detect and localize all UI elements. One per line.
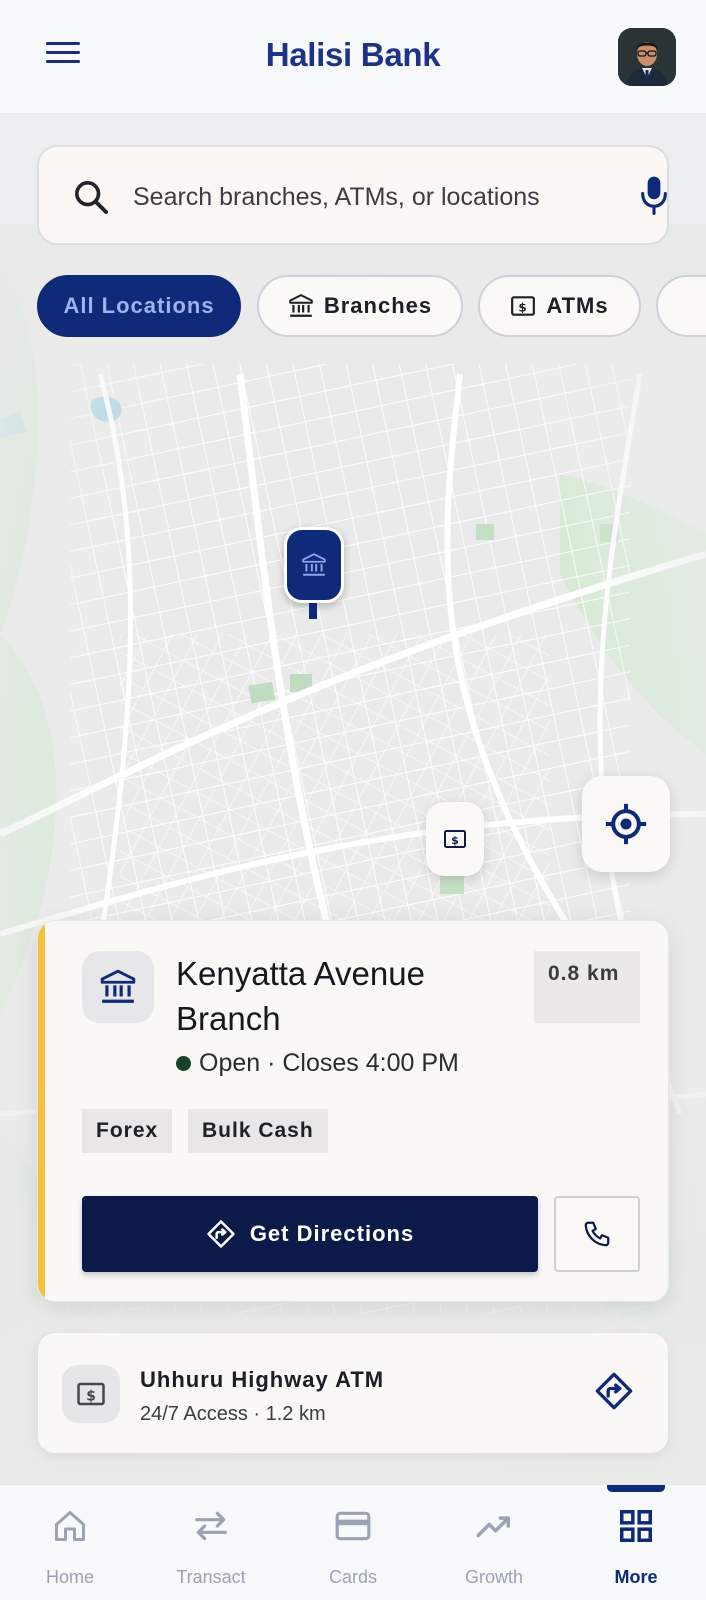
search-input[interactable] (133, 177, 613, 217)
atm-list-card[interactable]: $ Uhhuru Highway ATM 24/7 Access · 1.2 k… (37, 1332, 669, 1454)
filter-chip-atms[interactable]: $ ATMs (478, 275, 641, 337)
grid-icon (620, 1510, 652, 1542)
svg-text:$: $ (451, 834, 459, 847)
trend-icon (476, 1516, 510, 1538)
avatar[interactable] (618, 28, 676, 86)
directions-icon[interactable] (594, 1371, 634, 1411)
branch-icon-box (82, 951, 154, 1023)
bottom-navigation: Home Transact Cards Growth More (0, 1484, 706, 1600)
branch-detail-card[interactable]: Kenyatta Avenue Branch 0.8 km Open · Clo… (37, 920, 669, 1302)
home-icon (55, 1511, 85, 1541)
get-directions-label: Get Directions (249, 1221, 415, 1246)
service-tag-forex: Forex (82, 1109, 173, 1153)
nav-label: Growth (464, 1567, 524, 1587)
atm-name: Uhhuru Highway ATM (140, 1367, 385, 1392)
directions-icon (207, 1220, 235, 1248)
nav-tab-home[interactable]: Home (10, 1485, 130, 1600)
filter-chip-label: ATMs (546, 293, 609, 318)
atm-icon-box: $ (62, 1365, 120, 1423)
nav-label: More (614, 1567, 658, 1587)
nav-tab-growth[interactable]: Growth (434, 1485, 554, 1600)
distance-badge: 0.8 km (534, 951, 640, 1023)
nav-tab-cards[interactable]: Cards (293, 1485, 413, 1600)
nav-label: Transact (176, 1567, 246, 1587)
marker-pin-tail (309, 603, 317, 619)
app-header: Halisi Bank (0, 0, 706, 114)
atm-cash-icon: $ (77, 1382, 105, 1406)
crosshair-icon (605, 803, 647, 845)
status-text: Open · Closes 4:00 PM (199, 1049, 459, 1077)
service-tag-bulk-cash: Bulk Cash (188, 1109, 328, 1153)
my-location-button[interactable] (582, 776, 670, 872)
branch-status: Open · Closes 4:00 PM (176, 1049, 459, 1078)
open-status-dot (176, 1056, 191, 1071)
filter-chip-label: Branches (323, 293, 433, 318)
bank-icon (302, 553, 326, 576)
filter-chip-label: All Locations (63, 293, 215, 318)
bank-icon (100, 969, 136, 1003)
nav-label: Home (45, 1567, 94, 1587)
card-icon (335, 1511, 371, 1541)
search-bar[interactable] (37, 145, 669, 245)
search-icon (75, 181, 108, 214)
branch-name: Kenyatta Avenue Branch (176, 955, 425, 1037)
bank-icon (289, 294, 313, 317)
get-directions-button[interactable]: Get Directions (82, 1196, 538, 1272)
svg-text:$: $ (86, 1388, 96, 1404)
svg-text:$: $ (519, 300, 528, 314)
atm-details: 24/7 Access · 1.2 km (140, 1403, 326, 1425)
atm-cash-icon: $ (444, 830, 466, 848)
phone-icon (584, 1221, 610, 1247)
nav-tab-transact[interactable]: Transact (151, 1485, 271, 1600)
filter-chip-branches[interactable]: Branches (257, 275, 463, 337)
call-branch-button[interactable] (554, 1196, 640, 1272)
filter-chip-all-locations[interactable]: All Locations (37, 275, 241, 337)
transfer-icon (195, 1511, 227, 1541)
nav-tab-more[interactable]: More (576, 1485, 696, 1600)
atm-map-marker[interactable]: $ (426, 802, 484, 876)
nav-label: Cards (328, 1567, 377, 1587)
app-title: Halisi Bank (265, 36, 441, 73)
microphone-icon[interactable] (637, 173, 671, 217)
atm-cash-icon: $ (511, 296, 536, 316)
branch-map-marker[interactable] (284, 527, 344, 603)
